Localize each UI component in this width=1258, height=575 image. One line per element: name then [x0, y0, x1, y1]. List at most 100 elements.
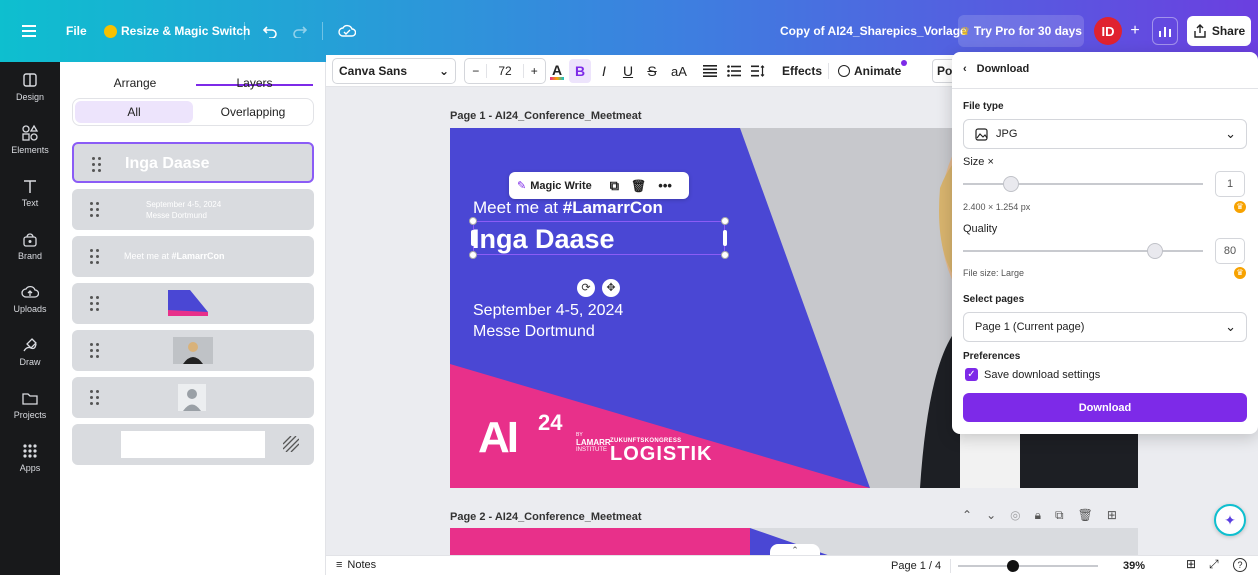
drag-handle-icon[interactable] [90, 343, 100, 359]
duplicate-page-icon[interactable]: ⧉ [1055, 508, 1064, 523]
rail-item-brand[interactable]: Brand [0, 221, 60, 269]
layer-item-photo[interactable] [72, 330, 314, 371]
layer-item-meet[interactable]: Meet me at #LamarrCon [72, 236, 314, 277]
tab-arrange[interactable]: Arrange [80, 62, 190, 90]
page-indicator[interactable]: Page 1 / 4 [891, 560, 941, 572]
file-type-select[interactable]: JPG ⌄ [963, 119, 1247, 149]
more-icon[interactable]: ••• [658, 178, 672, 193]
align-icon[interactable] [700, 55, 720, 87]
rail-item-design[interactable]: Design [0, 62, 60, 110]
quality-slider-track[interactable] [963, 250, 1203, 252]
decrease-size-button[interactable]: − [465, 64, 486, 78]
drag-handle-icon[interactable] [90, 249, 100, 265]
hide-icon[interactable]: ◎ [1010, 508, 1020, 523]
venue-text[interactable]: Messe Dortmund [473, 323, 595, 341]
animate-button[interactable]: Animate [838, 55, 908, 87]
drag-handle-icon[interactable] [90, 390, 100, 406]
quality-input[interactable]: 80 [1215, 238, 1245, 264]
file-menu[interactable]: File [66, 15, 87, 47]
filter-overlapping[interactable]: Overlapping [195, 101, 311, 123]
rail-item-projects[interactable]: Projects [0, 380, 60, 428]
rail-item-draw[interactable]: Draw [0, 327, 60, 375]
spacing-icon[interactable] [748, 55, 768, 87]
notes-label: Notes [347, 559, 377, 571]
lock-icon[interactable]: 🔒︎ [1035, 508, 1041, 523]
duplicate-icon[interactable]: ⧉ [610, 178, 619, 194]
side-handle[interactable] [471, 230, 475, 246]
chevron-up-icon[interactable]: ⌃ [962, 508, 972, 523]
side-handle[interactable] [723, 230, 727, 246]
drag-handle-icon[interactable] [92, 157, 102, 173]
chevron-down-icon[interactable]: ⌄ [986, 508, 996, 523]
text-color-button[interactable]: A [548, 55, 566, 87]
drag-handle-icon[interactable] [90, 296, 100, 312]
delete-page-icon[interactable]: 🗑︎ [1078, 508, 1093, 523]
layer-item-shape[interactable] [72, 283, 314, 324]
ai24-logo[interactable]: AI 24 BY LAMARR INSTITUTE [478, 410, 611, 460]
font-size-value[interactable]: 72 [486, 64, 524, 78]
redo-icon[interactable] [292, 15, 308, 47]
filter-all[interactable]: All [75, 101, 193, 123]
avatar[interactable]: ID [1094, 17, 1122, 45]
undo-icon[interactable] [262, 15, 278, 47]
layer-item-date[interactable]: September 4-5, 2024 Messe Dortmund [72, 189, 314, 230]
bold-button[interactable]: B [569, 59, 591, 83]
save-settings-checkbox[interactable]: ✓ [965, 368, 978, 381]
resize-magic-switch-button[interactable]: Resize & Magic Switch [104, 15, 250, 47]
download-button[interactable]: Download [963, 393, 1247, 422]
layer-item-placeholder[interactable] [72, 377, 314, 418]
help-icon[interactable]: ? [1233, 558, 1247, 572]
zoom-slider-track[interactable] [958, 565, 1098, 567]
meet-me-text[interactable]: Meet me at #LamarrCon [473, 198, 663, 218]
rail-item-elements[interactable]: Elements [0, 115, 60, 163]
fullscreen-icon[interactable]: ⤢ [1209, 557, 1219, 572]
try-pro-button[interactable]: ♛ Try Pro for 30 days [958, 15, 1084, 47]
layer-item-name[interactable]: Inga Daase [72, 142, 314, 183]
resize-handle[interactable] [469, 251, 477, 259]
list-icon[interactable] [724, 55, 744, 87]
rail-item-text[interactable]: Text [0, 168, 60, 216]
rail-item-uploads[interactable]: Uploads [0, 274, 60, 322]
menu-icon[interactable] [22, 15, 36, 47]
date-text[interactable]: September 4-5, 2024 [473, 302, 623, 320]
name-text-selected[interactable]: Inga Daase [469, 217, 729, 259]
doc-title[interactable]: Copy of AI24_Sharepics_Vorlage [780, 15, 967, 47]
drag-handle-icon[interactable] [90, 202, 100, 218]
effects-button[interactable]: Effects [782, 55, 822, 87]
resize-handle[interactable] [721, 251, 729, 259]
font-size-stepper[interactable]: − 72 + [464, 58, 546, 84]
underline-button[interactable]: U [618, 55, 638, 87]
share-button[interactable]: Share [1187, 16, 1251, 46]
delete-icon[interactable]: 🗑 [631, 179, 646, 193]
rotate-handle-icon[interactable]: ⟳ [577, 279, 595, 297]
add-collaborator-icon[interactable]: + [1124, 19, 1146, 43]
letter-case-button[interactable]: aA [668, 55, 690, 87]
grid-view-icon[interactable]: ⊞ [1186, 557, 1196, 571]
zoom-value[interactable]: 39% [1123, 560, 1145, 572]
rail-item-apps[interactable]: Apps [0, 433, 60, 481]
zoom-slider-handle[interactable] [1006, 560, 1019, 572]
magic-assistant-button[interactable]: ✦ [1214, 504, 1246, 536]
size-slider-track[interactable] [963, 183, 1203, 185]
resize-handle[interactable] [469, 217, 477, 225]
magic-write-button[interactable]: Magic Write [530, 180, 592, 192]
resize-handle[interactable] [721, 217, 729, 225]
size-slider-handle[interactable] [1003, 176, 1019, 192]
quality-slider-handle[interactable] [1147, 243, 1163, 259]
insights-icon[interactable] [1152, 17, 1178, 45]
tab-layers[interactable]: Layers [196, 62, 313, 90]
font-family-select[interactable]: Canva Sans ⌄ [332, 58, 456, 84]
layer-item-background[interactable] [72, 424, 314, 465]
add-page-icon[interactable]: ⊞ [1107, 508, 1117, 523]
increase-size-button[interactable]: + [524, 64, 545, 78]
cloud-saved-icon[interactable] [338, 15, 356, 47]
notes-button[interactable]: ≡ Notes [336, 559, 376, 571]
layer-preview-venue: Messe Dortmund [146, 211, 207, 220]
size-input[interactable]: 1 [1215, 171, 1245, 197]
strikethrough-button[interactable]: S [642, 55, 662, 87]
move-handle-icon[interactable]: ✥ [602, 279, 620, 297]
back-button[interactable]: ‹ Download [963, 63, 1029, 75]
kongress-logo[interactable]: ZUKUNFTSKONGRESS LOGISTIK [610, 438, 712, 464]
italic-button[interactable]: I [594, 55, 614, 87]
select-pages-select[interactable]: Page 1 (Current page) ⌄ [963, 312, 1247, 342]
